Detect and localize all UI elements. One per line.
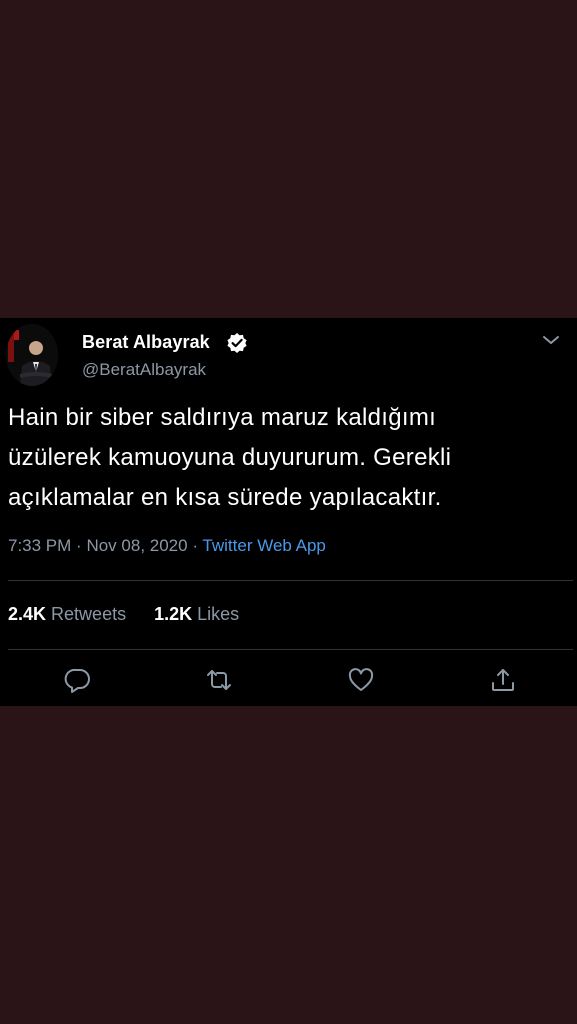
- likes-label: Likes: [197, 604, 240, 624]
- chevron-down-icon[interactable]: [540, 332, 562, 348]
- tweet-text-line: üzülerek kamuoyuna duyururum. Gerekli: [8, 444, 452, 471]
- retweets-stat[interactable]: 2.4K Retweets: [8, 604, 126, 624]
- divider: [8, 649, 573, 650]
- verified-badge-icon: [226, 332, 248, 354]
- tweet-text-line: açıklamalar en kısa sürede yapılacaktır.: [8, 484, 442, 511]
- likes-stat[interactable]: 1.2K Likes: [154, 604, 239, 624]
- tweet-date[interactable]: Nov 08, 2020: [86, 536, 187, 555]
- author-display-name[interactable]: Berat Albayrak: [82, 332, 210, 353]
- tweet-source[interactable]: Twitter Web App: [202, 536, 325, 555]
- tweet-text-line: Hain bir siber saldırıya maruz kaldığımı: [8, 404, 437, 431]
- meta-separator: ·: [192, 536, 198, 555]
- avatar[interactable]: [6, 324, 58, 386]
- retweets-count: 2.4K: [8, 604, 47, 624]
- share-icon[interactable]: [489, 666, 517, 694]
- divider: [8, 580, 573, 581]
- tweet-stats: 2.4K Retweets 1.2K Likes: [8, 604, 239, 625]
- likes-count: 1.2K: [154, 604, 193, 624]
- tweet-time[interactable]: 7:33 PM: [8, 536, 71, 555]
- retweet-icon[interactable]: [205, 666, 233, 694]
- like-icon[interactable]: [347, 666, 375, 694]
- author-handle[interactable]: @BeratAlbayrak: [82, 360, 206, 380]
- retweets-label: Retweets: [51, 604, 127, 624]
- reply-icon[interactable]: [64, 666, 92, 694]
- tweet-text: Hain bir siber saldırıya maruz kaldığımı…: [8, 398, 568, 518]
- meta-separator: ·: [76, 536, 82, 555]
- tweet-meta: 7:33 PM · Nov 08, 2020 · Twitter Web App: [8, 536, 326, 556]
